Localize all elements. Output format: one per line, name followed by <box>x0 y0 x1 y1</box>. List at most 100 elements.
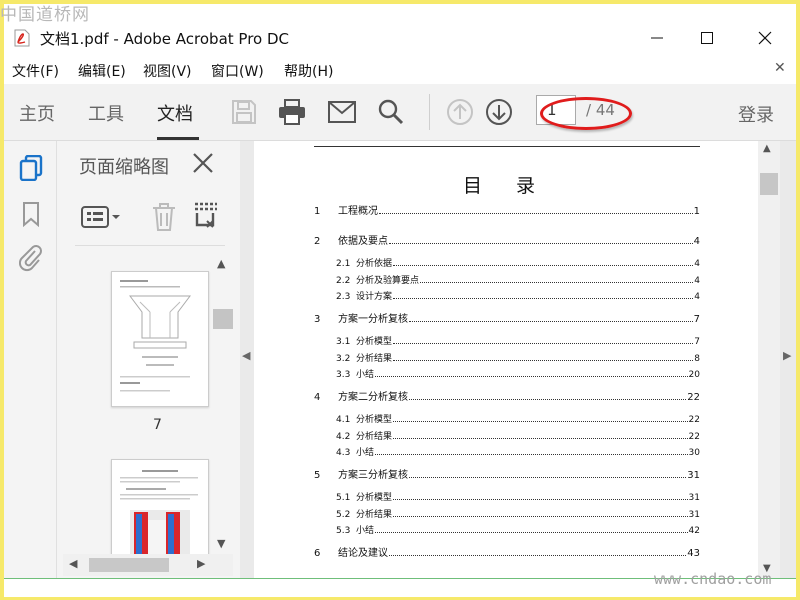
expand-right-arrow-icon[interactable]: ▶ <box>783 349 791 362</box>
toc-title: 分析模型 <box>356 493 393 503</box>
document-scrollbar[interactable]: ▲ ▼ <box>758 141 780 578</box>
menu-help[interactable]: 帮助(H) <box>284 61 333 81</box>
toc-title: 小结 <box>356 370 375 380</box>
toc-subentry[interactable]: 2.2 分析及验算要点 4 <box>336 272 700 286</box>
toc-entry[interactable]: 5 方案三分析复核 31 <box>314 467 700 481</box>
minimize-button[interactable] <box>634 20 680 56</box>
toc-number: 5.3 <box>336 526 351 536</box>
page-thumbnail[interactable] <box>111 271 209 407</box>
toc-subentry[interactable]: 4.3 小结 30 <box>336 444 700 458</box>
toc-subentry[interactable]: 5.1 分析模型 31 <box>336 489 700 503</box>
email-icon[interactable] <box>326 96 358 128</box>
toc-title: 小结 <box>356 526 375 536</box>
document-view: 目 录 1 工程概况 1 2 依据及要点 4 2.1 分析依据 4 2.2 分析及验算要点 4 2.3 设… <box>254 141 758 578</box>
toc-page-number: 20 <box>688 370 700 380</box>
toc-number: 4.3 <box>336 448 351 458</box>
toc-page-number: 4 <box>694 292 700 302</box>
toc-subentry[interactable]: 4.1 分析模型 22 <box>336 411 700 425</box>
menu-file[interactable]: 文件(F) <box>12 61 59 81</box>
thumbnail-vertical-scrollbar[interactable]: ▲ ▼ <box>211 253 235 553</box>
toc-number: 4 <box>314 392 321 403</box>
scrollbar-thumb[interactable] <box>89 558 169 572</box>
scroll-right-arrow-icon[interactable]: ▶ <box>197 557 205 570</box>
toc-entry[interactable]: 1 工程概况 1 <box>314 203 700 217</box>
toc-subentry[interactable]: 3.1 分析模型 7 <box>336 333 700 347</box>
collapse-left-arrow-icon[interactable]: ◀ <box>242 349 250 362</box>
toc-page-number: 7 <box>694 337 700 347</box>
toc-leader-dots <box>389 554 687 556</box>
menu-edit[interactable]: 编辑(E) <box>78 61 126 81</box>
toc-subentry[interactable]: 5.2 分析结果 31 <box>336 506 700 520</box>
close-window-button[interactable] <box>742 20 788 56</box>
toc-leader-dots <box>420 281 694 283</box>
scroll-up-arrow-icon[interactable]: ▲ <box>763 143 771 154</box>
right-pane-handle[interactable]: ▶ <box>780 141 796 578</box>
toc-subentry[interactable]: 3.3 小结 20 <box>336 366 700 380</box>
toc-subentry[interactable]: 4.2 分析结果 22 <box>336 428 700 442</box>
toc-leader-dots <box>393 515 688 517</box>
toc-entry[interactable]: 6 结论及建议 43 <box>314 545 700 559</box>
scroll-up-arrow-icon[interactable]: ▲ <box>217 257 225 270</box>
toc-number: 5.2 <box>336 509 351 520</box>
collapse-panel-handle[interactable]: ◀ <box>240 141 254 578</box>
search-icon[interactable] <box>375 96 407 128</box>
toc-number: 4.1 <box>336 415 351 425</box>
window-title: 文档1.pdf - Adobe Acrobat Pro DC <box>40 30 290 48</box>
scroll-down-arrow-icon[interactable]: ▼ <box>217 537 225 550</box>
scrollbar-thumb[interactable] <box>760 173 778 195</box>
toc-title: 结论及建议 <box>338 548 388 559</box>
toc-number: 2.3 <box>336 292 351 302</box>
delete-page-icon[interactable] <box>151 202 177 236</box>
toc-title: 分析结果 <box>356 353 393 364</box>
thumbnail-horizontal-scrollbar[interactable]: ◀ ▶ <box>63 554 233 576</box>
page-down-icon[interactable] <box>483 96 515 128</box>
close-document-icon[interactable]: ✕ <box>774 60 786 76</box>
page-thumbnail[interactable] <box>111 459 209 557</box>
maximize-button[interactable] <box>684 20 730 56</box>
toc-subentry[interactable]: 5.3 小结 42 <box>336 522 700 536</box>
toc-title: 依据及要点 <box>338 236 388 247</box>
page-up-icon[interactable] <box>444 96 476 128</box>
bookmark-icon[interactable] <box>18 201 44 227</box>
attachment-icon[interactable] <box>18 245 44 272</box>
toc-title: 分析结果 <box>356 509 393 520</box>
toc-leader-dots <box>375 375 688 377</box>
thumbnail-options-icon[interactable] <box>81 205 123 233</box>
login-button[interactable]: 登录 <box>738 101 774 127</box>
page-thumbnails-icon[interactable] <box>18 155 44 181</box>
panel-title: 页面缩略图 <box>79 157 169 178</box>
toc-page-number: 4 <box>694 259 700 269</box>
toc-leader-dots <box>393 420 688 422</box>
watermark-bottom: www.cndao.com <box>654 570 772 588</box>
menu-view[interactable]: 视图(V) <box>143 61 192 81</box>
toc-number: 2.2 <box>336 275 351 286</box>
print-icon[interactable] <box>276 96 308 128</box>
toc-entry[interactable]: 2 依据及要点 4 <box>314 233 700 247</box>
toc-subentry[interactable]: 2.3 设计方案 4 <box>336 288 700 302</box>
toc-number: 6 <box>314 548 321 559</box>
toc-entry[interactable]: 4 方案二分析复核 22 <box>314 389 700 403</box>
save-icon[interactable] <box>228 96 260 128</box>
toc-leader-dots <box>393 297 694 299</box>
crop-page-icon[interactable] <box>193 202 219 236</box>
scrollbar-thumb[interactable] <box>213 309 233 329</box>
tab-document[interactable]: 文档 <box>157 100 193 126</box>
toc-leader-dots <box>393 264 694 266</box>
toc-subentry[interactable]: 3.2 分析结果 8 <box>336 350 700 364</box>
toc-title: 分析模型 <box>356 337 393 347</box>
toolbar-separator <box>429 94 430 130</box>
tab-tools[interactable]: 工具 <box>88 100 124 126</box>
toc-page-number: 7 <box>693 314 700 325</box>
close-panel-icon[interactable] <box>191 151 217 177</box>
scroll-left-arrow-icon[interactable]: ◀ <box>69 557 77 570</box>
menu-window[interactable]: 窗口(W) <box>211 61 264 81</box>
toc-subentry[interactable]: 2.1 分析依据 4 <box>336 255 700 269</box>
toc-leader-dots <box>393 359 694 361</box>
toc-entry[interactable]: 3 方案一分析复核 7 <box>314 311 700 325</box>
active-tab-indicator <box>157 137 199 140</box>
tab-home[interactable]: 主页 <box>19 100 55 126</box>
thumbnail-panel: 页面缩略图 7 ▲ ▼ ◀ ▶ <box>57 141 240 578</box>
panel-tools <box>77 199 227 235</box>
toc-page-number: 8 <box>694 353 700 364</box>
title-bar: 文档1.pdf - Adobe Acrobat Pro DC <box>4 20 796 56</box>
